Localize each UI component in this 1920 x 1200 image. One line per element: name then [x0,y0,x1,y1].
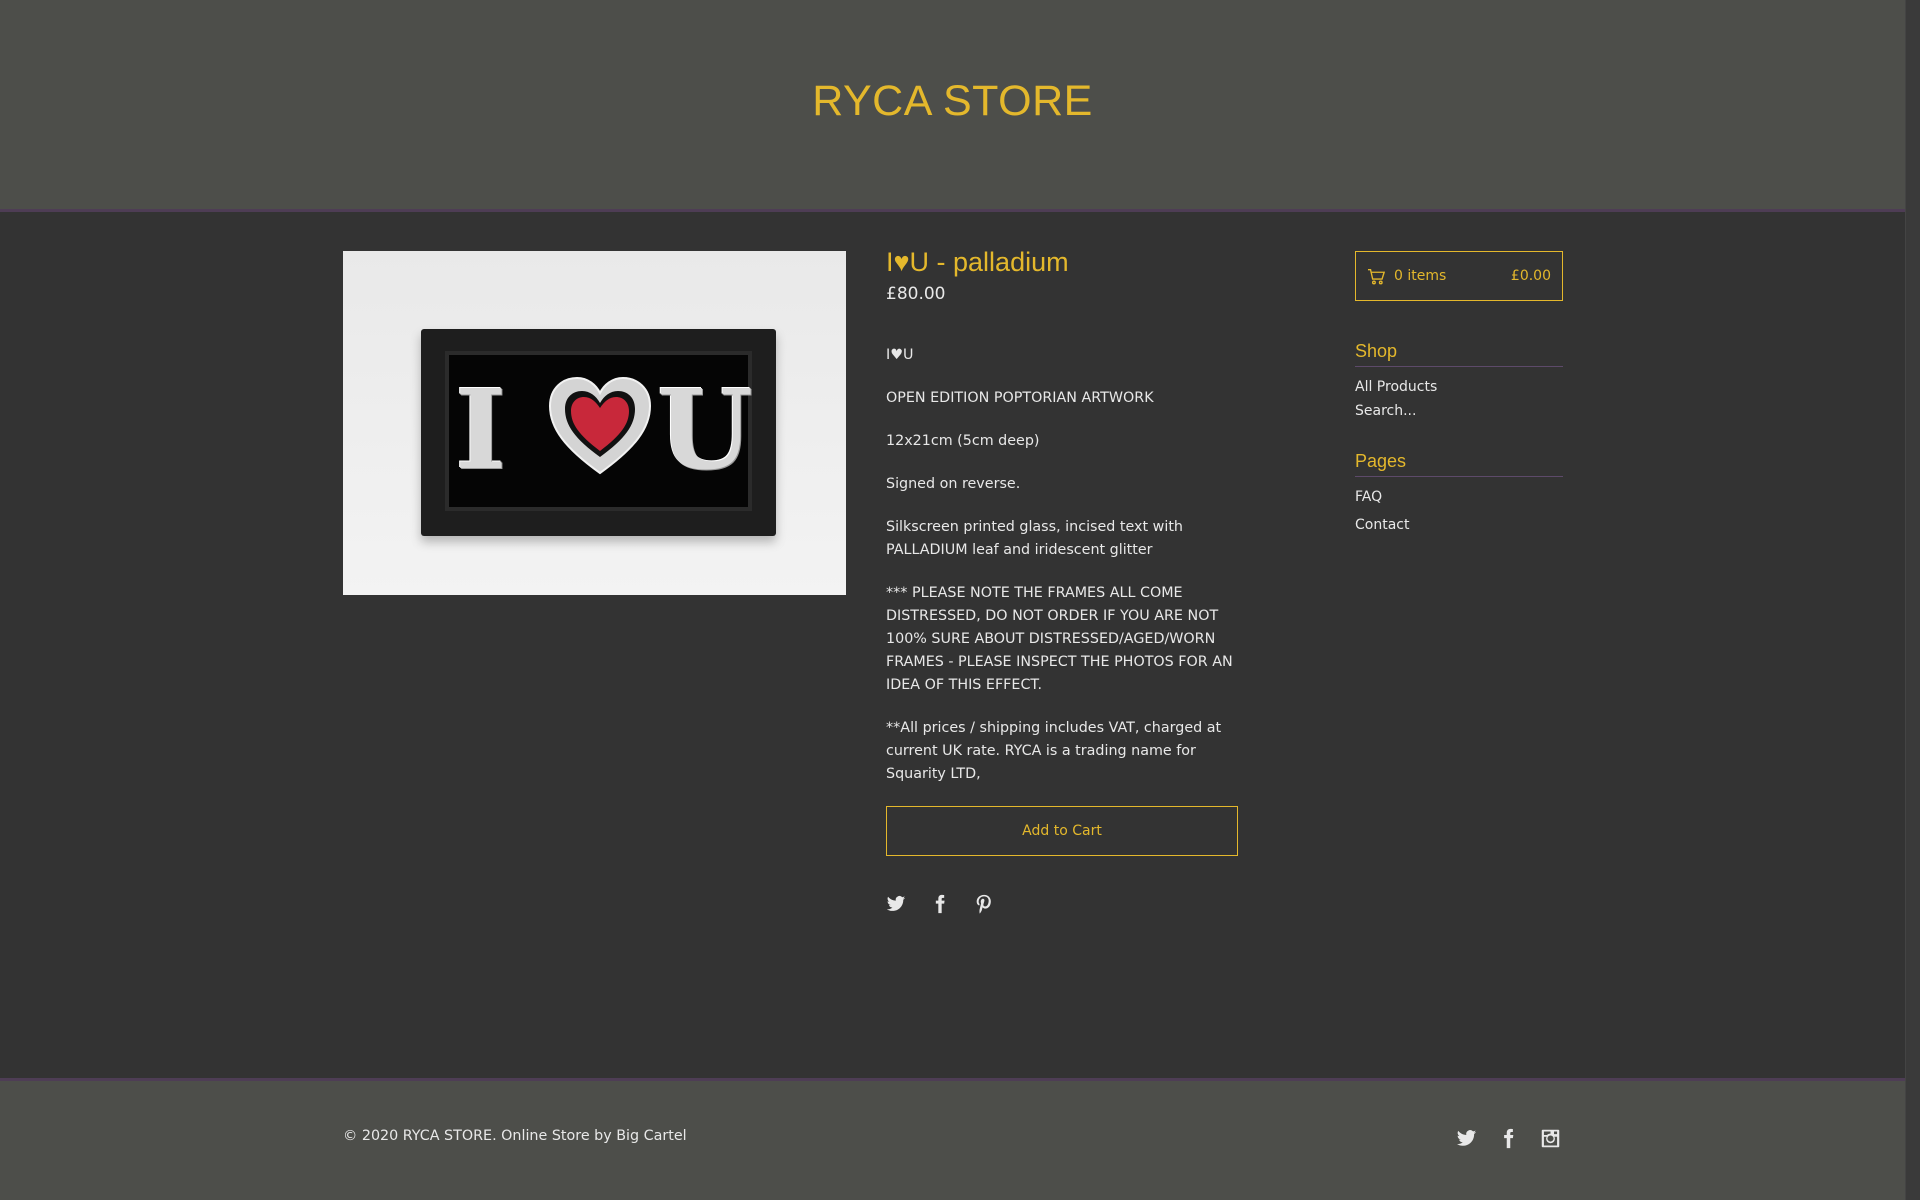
site-footer: © 2020 RYCA STORE. Online Store by Big C… [0,1078,1905,1200]
description-paragraph: Signed on reverse. [886,476,1021,492]
heart-icon [548,376,652,475]
sidebar: 0 items £0.00 Shop All Products Search..… [1355,251,1563,539]
artwork-letter-left: I [455,365,507,494]
share-pinterest-link[interactable] [974,894,994,914]
sidebar-item-search[interactable]: Search... [1355,399,1563,423]
twitter-icon [886,896,906,911]
pinterest-icon [976,894,991,914]
pages-links: FAQ Contact [1355,483,1563,539]
add-to-cart-button[interactable]: Add to Cart [886,806,1238,856]
description-paragraph: 12x21cm (5cm deep) [886,433,1040,449]
footer-twitter-link[interactable] [1456,1128,1477,1149]
shop-links: All Products Search... [1355,375,1563,423]
pages-section: Pages FAQ Contact [1355,451,1563,539]
product-details: I♥U - palladium £80.00 I♥U OPEN EDITION … [886,247,1238,914]
cart-total: £0.00 [1510,268,1551,284]
shop-heading: Shop [1355,341,1563,367]
description-paragraph: OPEN EDITION POPTORIAN ARTWORK [886,390,1154,406]
sidebar-item-faq[interactable]: FAQ [1355,483,1563,511]
artwork-frame-inner: I U [445,351,753,511]
share-facebook-link[interactable] [930,894,950,914]
instagram-icon [1541,1129,1560,1148]
twitter-icon [1456,1130,1477,1146]
facebook-icon [1504,1128,1514,1149]
share-links [886,894,1238,914]
product-price: £80.00 [886,284,946,304]
artwork-frame: I U [421,329,776,536]
product-description: I♥U OPEN EDITION POPTORIAN ARTWORK 12x21… [886,344,1238,786]
footer-instagram-link[interactable] [1540,1128,1561,1149]
facebook-icon [935,894,945,914]
description-paragraph: **All prices / shipping includes VAT, ch… [886,720,1222,782]
description-paragraph: I♥U [886,347,914,363]
pages-heading: Pages [1355,451,1563,477]
footer-social-links [1456,1128,1561,1149]
footer-facebook-link[interactable] [1498,1128,1519,1149]
shop-section: Shop All Products Search... [1355,341,1563,423]
cart-icon [1368,268,1386,284]
product-name: I♥U - palladium [886,247,1069,277]
sidebar-item-contact[interactable]: Contact [1355,511,1563,539]
footer-copyright: © 2020 RYCA STORE. Online Store by Big C… [343,1128,687,1144]
description-paragraph: Silkscreen printed glass, incised text w… [886,519,1183,558]
share-twitter-link[interactable] [886,894,906,914]
site-header: RYCA STORE [0,0,1905,212]
artwork-letter-right: U [657,365,753,494]
sidebar-item-all-products[interactable]: All Products [1355,375,1563,399]
page-scrollbar[interactable] [1905,0,1920,1200]
product-image[interactable]: I U [343,251,846,595]
store-title-link[interactable]: RYCA STORE [812,77,1093,126]
cart-item-count: 0 items [1394,268,1447,284]
cart-summary-link[interactable]: 0 items £0.00 [1355,251,1563,301]
description-paragraph: *** PLEASE NOTE THE FRAMES ALL COME DIST… [886,585,1233,693]
